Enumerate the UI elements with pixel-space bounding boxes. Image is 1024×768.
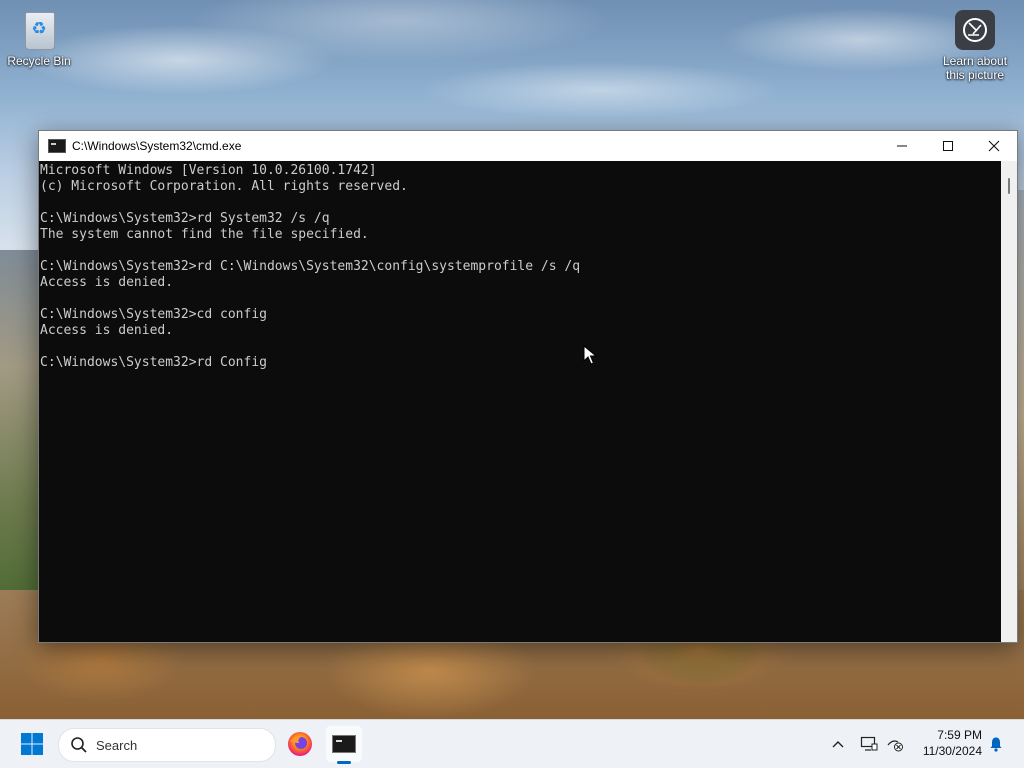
window-titlebar[interactable]: C:\Windows\System32\cmd.exe: [39, 131, 1017, 161]
taskbar-clock[interactable]: 7:59 PM 11/30/2024: [912, 727, 982, 759]
firefox-icon: [288, 732, 312, 756]
camera-lens-icon: [955, 10, 995, 50]
clock-time: 7:59 PM: [937, 728, 982, 742]
desktop-icon-label: Recycle Bin: [7, 54, 71, 68]
monitor-icon: [860, 736, 878, 751]
tray-network-button[interactable]: [884, 720, 906, 768]
console-line: Access is denied.: [40, 275, 174, 290]
search-placeholder: Search: [96, 737, 138, 753]
console-output[interactable]: Microsoft Windows [Version 10.0.26100.17…: [39, 161, 1001, 642]
console-line: The system cannot find the file specifie…: [40, 227, 369, 242]
mouse-cursor-icon: [583, 345, 597, 365]
active-app-indicator: [337, 761, 351, 764]
taskbar-search[interactable]: Search: [58, 728, 276, 762]
minimize-button[interactable]: [879, 131, 925, 161]
cmd-icon: [332, 735, 356, 753]
show-hidden-icons-button[interactable]: [828, 720, 848, 768]
desktop-icon-label: Learn about this picture: [942, 54, 1008, 82]
desktop-icon-learn-about-picture[interactable]: Learn about this picture: [937, 10, 1013, 82]
console-line: Access is denied.: [40, 323, 174, 338]
close-icon: [988, 140, 1000, 152]
console-line: C:\Windows\System32>rd C:\Windows\System…: [40, 259, 581, 274]
console-line: C:\Windows\System32>rd System32 /s /q: [40, 211, 330, 226]
desktop-icon-recycle-bin[interactable]: ♻ Recycle Bin: [1, 10, 77, 68]
notification-bell-icon[interactable]: [988, 736, 1004, 752]
maximize-button[interactable]: [925, 131, 971, 161]
chevron-up-icon: [832, 741, 844, 748]
cmd-window[interactable]: C:\Windows\System32\cmd.exe Microsoft Wi…: [38, 130, 1018, 643]
search-icon: [71, 737, 87, 753]
maximize-icon: [943, 141, 953, 151]
start-button[interactable]: [20, 732, 44, 756]
network-disconnected-icon: [887, 740, 903, 752]
window-title: C:\Windows\System32\cmd.exe: [72, 139, 242, 153]
minimize-icon: [897, 145, 907, 147]
console-line: (c) Microsoft Corporation. All rights re…: [40, 179, 408, 194]
close-button[interactable]: [971, 131, 1017, 161]
cmd-icon: [48, 139, 66, 153]
taskbar-app-cmd[interactable]: [326, 726, 362, 764]
console-line: C:\Windows\System32>cd config: [40, 307, 267, 322]
tray-display-icon-button[interactable]: [858, 720, 880, 768]
taskbar: Search 7:59 PM 11/30/2024: [0, 719, 1024, 768]
console-line: Microsoft Windows [Version 10.0.26100.17…: [40, 163, 377, 178]
console-line: C:\Windows\System32>rd Config: [40, 355, 267, 370]
recycle-bin-icon: ♻: [19, 10, 59, 50]
clock-date: 11/30/2024: [922, 744, 982, 758]
console-scrollbar[interactable]: [1001, 161, 1017, 642]
taskbar-app-firefox[interactable]: [282, 726, 318, 762]
scrollbar-thumb[interactable]: [1008, 178, 1010, 194]
